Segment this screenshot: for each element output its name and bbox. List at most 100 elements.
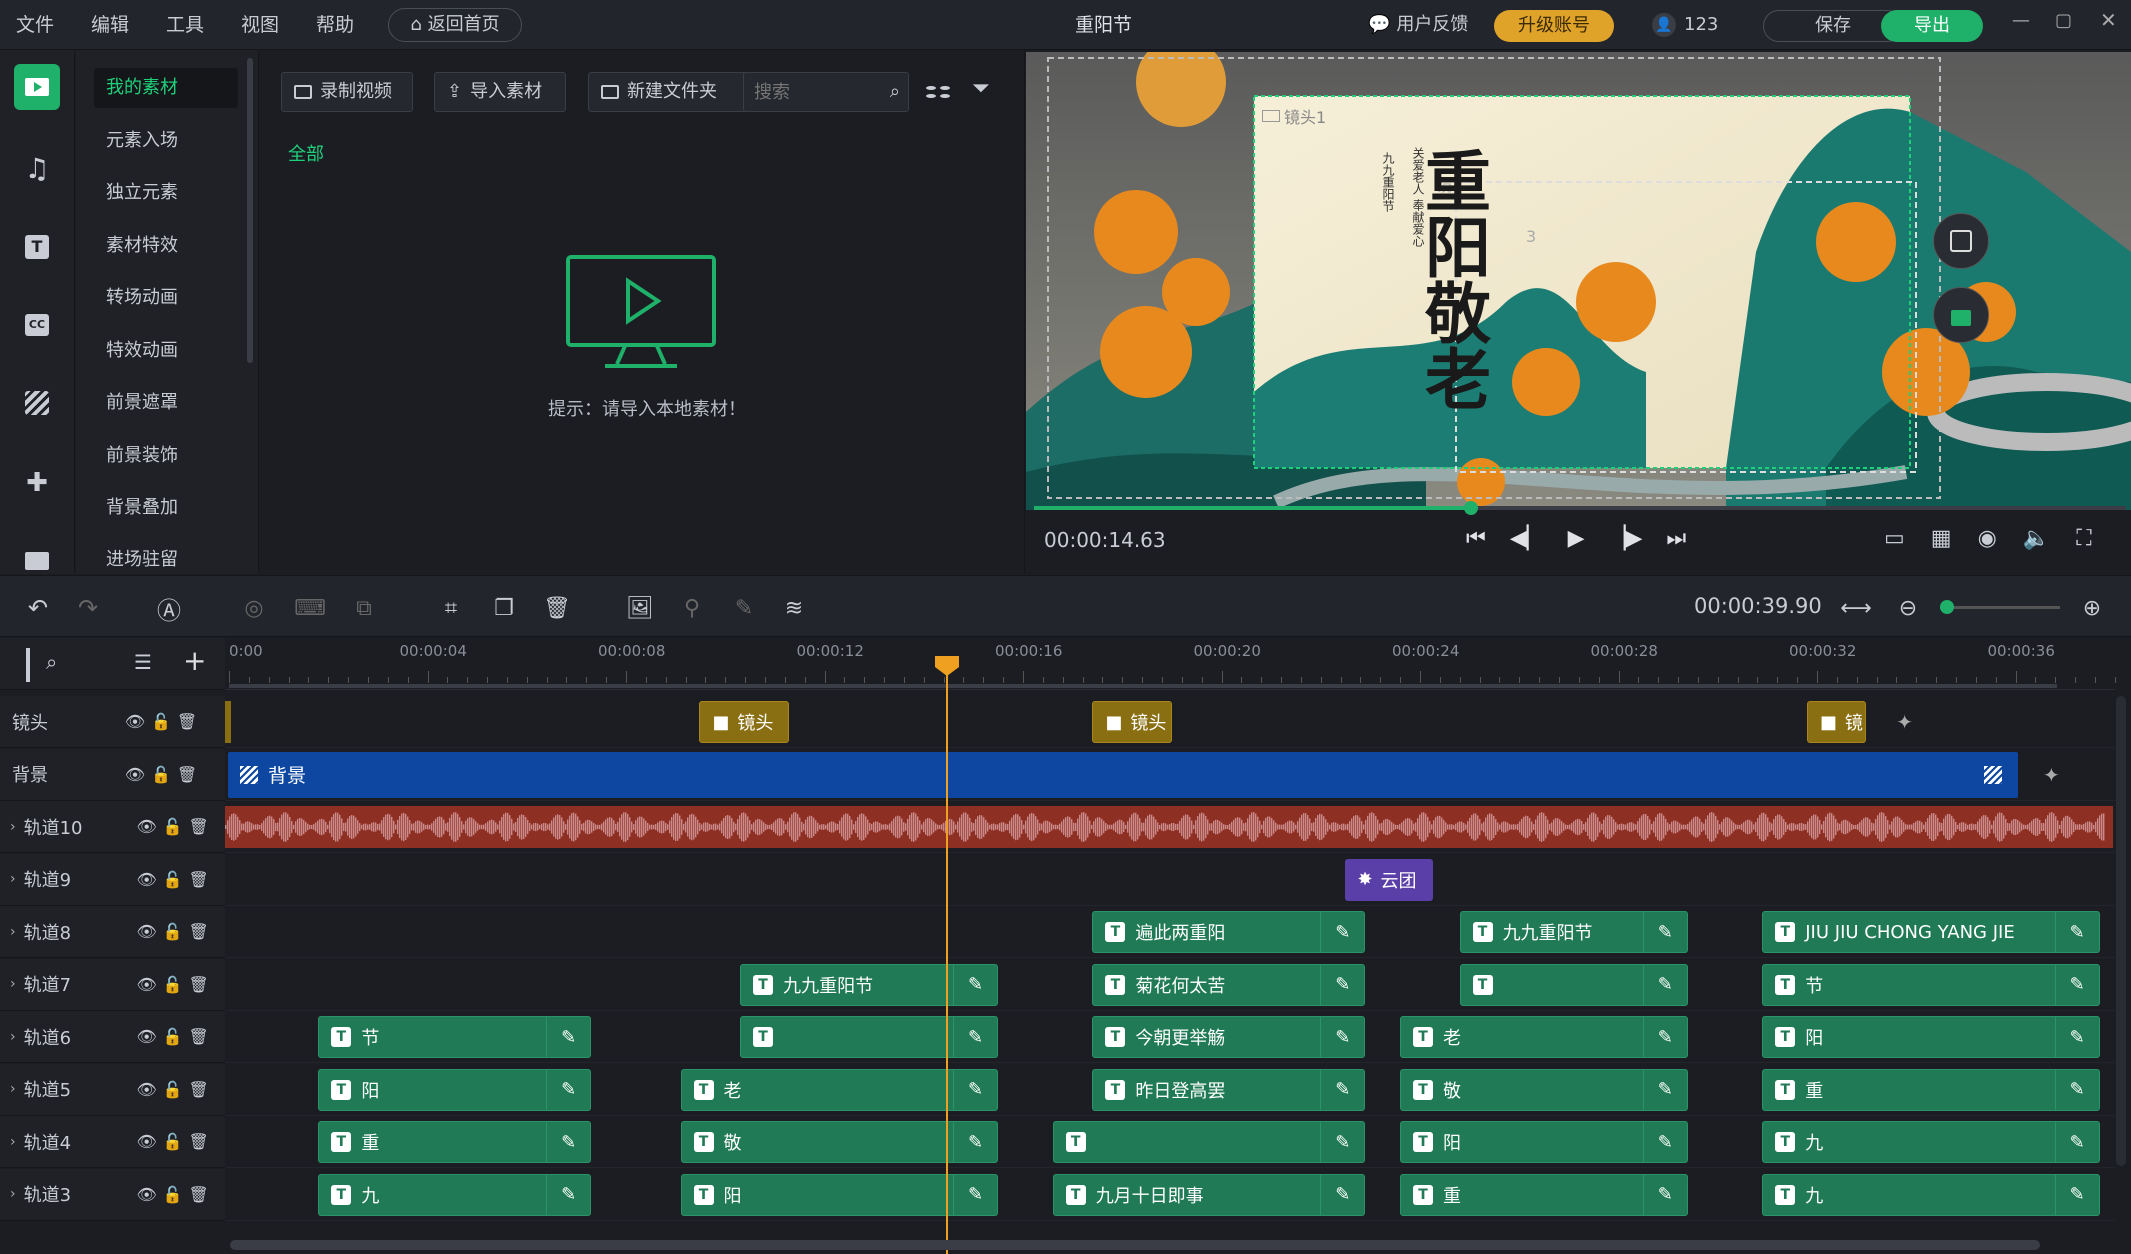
visibility-eye-icon[interactable]: 👁: [136, 868, 158, 890]
track-lane-camera[interactable]: ■ 镜头 ■ 镜头 ■ 镜 ✦: [225, 696, 2115, 748]
feedback-button[interactable]: 💬 用户反馈: [1368, 0, 1468, 50]
track-delete-icon[interactable]: 🗑: [188, 973, 210, 995]
category-item[interactable]: 元素入场: [94, 121, 238, 161]
track-lock-icon[interactable]: 🔓: [150, 711, 172, 733]
category-item[interactable]: 特效动画: [94, 331, 238, 371]
track-delete-icon[interactable]: 🗑: [188, 816, 210, 838]
clip-edit-icon[interactable]: ✎: [953, 1122, 997, 1162]
track-lane-t5[interactable]: 阳✎老✎昨日登高罢✎敬✎重✎: [225, 1064, 2115, 1116]
clip-edit-icon[interactable]: ✎: [2054, 1174, 2099, 1215]
track-lock-icon[interactable]: 🔓: [162, 1078, 184, 1100]
volume-icon[interactable]: 🔈: [2023, 526, 2050, 551]
text-clip[interactable]: 九月十日即事 ✎: [1052, 1173, 1366, 1216]
add-keyframe-icon[interactable]: ✦: [2043, 763, 2060, 787]
text-icon[interactable]: T: [14, 224, 60, 270]
search-input[interactable]: [744, 73, 874, 111]
track-header-t4[interactable]: › 轨道4 👁 🔓 🗑: [0, 1116, 225, 1168]
filter-icon[interactable]: ⏷: [972, 76, 990, 101]
grid-view-icon[interactable]: [922, 76, 954, 108]
track-lane-t3[interactable]: 九✎阳✎九月十日即事✎重✎九✎: [225, 1169, 2115, 1221]
clip-edit-icon[interactable]: ✎: [1320, 964, 1364, 1005]
clip-edit-icon[interactable]: ✎: [953, 964, 997, 1005]
clip-edit-icon[interactable]: ✎: [1642, 912, 1687, 952]
text-clip[interactable]: 九九重阳节 ✎: [1459, 911, 1688, 953]
add-keyframe-icon[interactable]: ✦: [1896, 710, 1913, 734]
fit-timeline-icon[interactable]: ⟷: [1840, 594, 1872, 622]
text-clip[interactable]: 敬✎: [1400, 1068, 1688, 1111]
undo-icon[interactable]: ↶: [24, 594, 52, 622]
clip-edit-icon[interactable]: ✎: [546, 1017, 590, 1057]
track-header-camera[interactable]: 镜头 👁 🔓 🗑: [0, 696, 225, 748]
media-tab-icon[interactable]: [14, 64, 60, 110]
mask-icon[interactable]: [14, 380, 60, 426]
search-box[interactable]: ⌕: [743, 72, 909, 112]
track-header-t6[interactable]: › 轨道6 👁 🔓 🗑: [0, 1011, 225, 1063]
user-account[interactable]: 👤 123: [1652, 0, 1718, 50]
visibility-eye-icon[interactable]: 👁: [136, 1026, 158, 1048]
caption-icon[interactable]: CC: [14, 302, 60, 348]
category-scrollbar[interactable]: [247, 58, 253, 363]
track-header-t9[interactable]: › 轨道9 👁 🔓 🗑: [0, 853, 225, 906]
text-clip[interactable]: 阳✎: [680, 1173, 999, 1216]
text-clip[interactable]: 菊花何太苦 ✎: [1092, 963, 1366, 1006]
clip-edit-icon[interactable]: ✎: [1320, 1017, 1364, 1057]
crop-icon[interactable]: ⌗: [437, 594, 465, 622]
category-item[interactable]: 前景装饰: [94, 436, 238, 476]
track-lane-t7[interactable]: 九九重阳节✎菊花何太苦✎✎节✎: [225, 959, 2115, 1011]
clip-edit-icon[interactable]: ✎: [1642, 964, 1687, 1005]
search-icon[interactable]: ⌕: [890, 81, 900, 102]
new-folder-button[interactable]: 新建文件夹: [588, 72, 758, 112]
screen-record-icon[interactable]: ▭: [1884, 526, 1905, 551]
text-clip[interactable]: 老✎: [680, 1068, 999, 1111]
clip-edit-icon[interactable]: ✎: [546, 1069, 590, 1110]
visibility-eye-icon[interactable]: 👁: [124, 763, 146, 785]
zoom-tool-icon[interactable]: ⌕: [46, 650, 57, 674]
camera-clip[interactable]: ■ 镜头: [699, 701, 789, 743]
clip-edit-icon[interactable]: ✎: [1320, 912, 1364, 952]
expand-chevron-icon[interactable]: ›: [10, 1081, 16, 1097]
menu-view[interactable]: 视图: [241, 0, 279, 50]
grid-icon[interactable]: ▦: [1931, 526, 1952, 551]
maximize-icon[interactable]: ▢: [2055, 10, 2072, 31]
track-header-t5[interactable]: › 轨道5 👁 🔓 🗑: [0, 1063, 225, 1116]
track-delete-icon[interactable]: 🗑: [188, 1078, 210, 1100]
track-delete-icon[interactable]: 🗑: [188, 1026, 210, 1048]
skip-start-icon[interactable]: ⏮: [1466, 526, 1486, 551]
zoom-out-icon[interactable]: ⊖: [1894, 594, 1922, 622]
close-icon[interactable]: ✕: [2100, 8, 2117, 32]
text-clip[interactable]: 阳✎: [1400, 1121, 1688, 1163]
track-lane-t4[interactable]: 重✎敬✎✎阳✎九✎: [225, 1116, 2115, 1168]
clip-edit-icon[interactable]: ✎: [1642, 1122, 1687, 1162]
track-lane-t8[interactable]: 遍此两重阳 ✎ 九九重阳节 ✎ JIU JIU CHONG YANG JIE ✎: [225, 906, 2115, 958]
track-lock-icon[interactable]: 🔓: [162, 1183, 184, 1205]
track-delete-icon[interactable]: 🗑: [176, 711, 198, 733]
text-clip[interactable]: 节✎: [1762, 963, 2100, 1006]
text-clip[interactable]: 九✎: [318, 1173, 592, 1216]
step-forward-icon[interactable]: ▕▶: [1609, 526, 1643, 551]
fullscreen-icon[interactable]: ⛶: [2076, 526, 2091, 551]
text-clip[interactable]: ✎: [740, 1016, 999, 1058]
home-button[interactable]: ⌂ 返回首页: [388, 8, 522, 42]
category-item[interactable]: 进场驻留: [94, 540, 238, 580]
track-lock-icon[interactable]: 🔓: [162, 921, 184, 943]
lock-button[interactable]: [1933, 287, 1989, 343]
track-header-t7[interactable]: › 轨道7 👁 🔓 🗑: [0, 958, 225, 1011]
clip-edit-icon[interactable]: ✎: [1642, 1174, 1687, 1215]
track-lane-t10[interactable]: [225, 801, 2115, 853]
category-my-materials[interactable]: 我的素材: [94, 68, 238, 108]
visibility-eye-icon[interactable]: 👁: [136, 1183, 158, 1205]
edit-icon[interactable]: ✎: [730, 594, 758, 622]
text-clip[interactable]: ✎: [1052, 1121, 1366, 1163]
track-lane-t6[interactable]: 节✎✎今朝更举觞✎老✎阳✎: [225, 1011, 2115, 1063]
text-clip[interactable]: 遍此两重阳 ✎: [1092, 911, 1366, 953]
camera-clip[interactable]: ■ 镜: [1806, 701, 1867, 743]
clip-edit-icon[interactable]: ✎: [1320, 1174, 1364, 1215]
copy-icon[interactable]: ❐: [490, 594, 518, 622]
expand-chevron-icon[interactable]: ›: [10, 819, 16, 835]
audio-clip[interactable]: [225, 806, 2113, 848]
text-clip[interactable]: 九✎: [1762, 1121, 2100, 1163]
track-header-t3[interactable]: › 轨道3 👁 🔓 🗑: [0, 1168, 225, 1221]
text-clip[interactable]: 九九重阳节 ✎: [740, 963, 999, 1006]
expand-chevron-icon[interactable]: ›: [10, 1186, 16, 1202]
track-lock-icon[interactable]: 🔓: [162, 816, 184, 838]
